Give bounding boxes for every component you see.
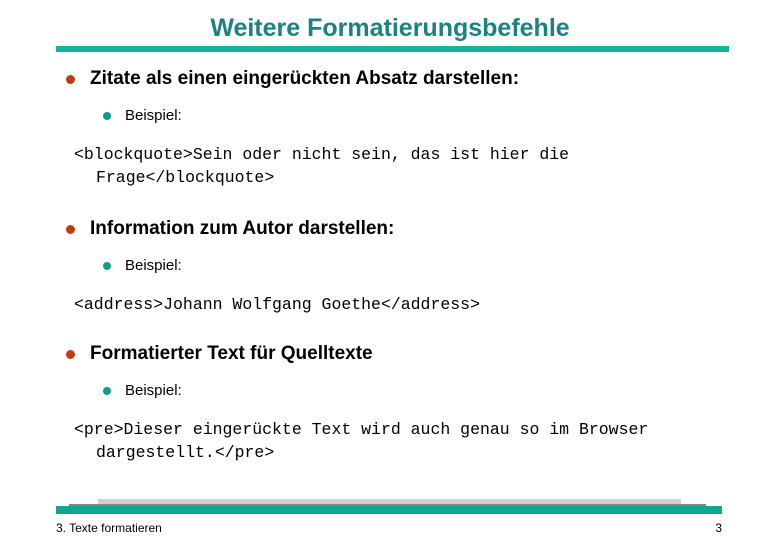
bullet-level1-item: Formatierter Text für Quelltexte: [0, 341, 780, 369]
code-sample: <address>Johann Wolfgang Goethe</address…: [74, 295, 480, 314]
section-heading: Zitate als einen eingerückten Absatz dar…: [90, 68, 520, 89]
title-underline-rule: [56, 46, 729, 52]
section-sublabel: Beispiel:: [125, 382, 182, 399]
section-heading: Information zum Autor darstellen:: [90, 218, 395, 239]
footer-bar-accent: [56, 506, 722, 514]
bullet-level1-item: Zitate als einen eingerückten Absatz dar…: [0, 66, 780, 94]
section-sublabel: Beispiel:: [125, 107, 182, 124]
code-sample: <blockquote>Sein oder nicht sein, das is…: [74, 145, 570, 187]
bullet-dot-level2-icon: [103, 112, 111, 120]
footer-page-number: 3: [715, 521, 722, 535]
slide-content: Zitate als einen eingerückten Absatz dar…: [0, 66, 780, 464]
bullet-level2-item: Beispiel:: [0, 105, 780, 129]
footer-chapter-label: 3. Texte formatieren: [56, 521, 162, 535]
slide: Weitere Formatierungsbefehle Zitate als …: [0, 0, 780, 540]
bullet-level2-item: Beispiel:: [0, 255, 780, 279]
bullet-dot-level1-icon: [66, 225, 75, 234]
bullet-dot-level2-icon: [103, 262, 111, 270]
page-title: Weitere Formatierungsbefehle: [210, 14, 570, 42]
bullet-dot-level1-icon: [66, 75, 75, 84]
bullet-dot-level2-icon: [103, 387, 111, 395]
title-block: Weitere Formatierungsbefehle: [0, 13, 780, 43]
section-heading: Formatierter Text für Quelltexte: [90, 343, 373, 364]
bullet-level1-item: Information zum Autor darstellen:: [0, 216, 780, 244]
code-sample: <pre>Dieser eingerückte Text wird auch g…: [74, 420, 649, 462]
section-sublabel: Beispiel:: [125, 257, 182, 274]
bullet-dot-level1-icon: [66, 350, 75, 359]
bullet-level2-item: Beispiel:: [0, 380, 780, 404]
